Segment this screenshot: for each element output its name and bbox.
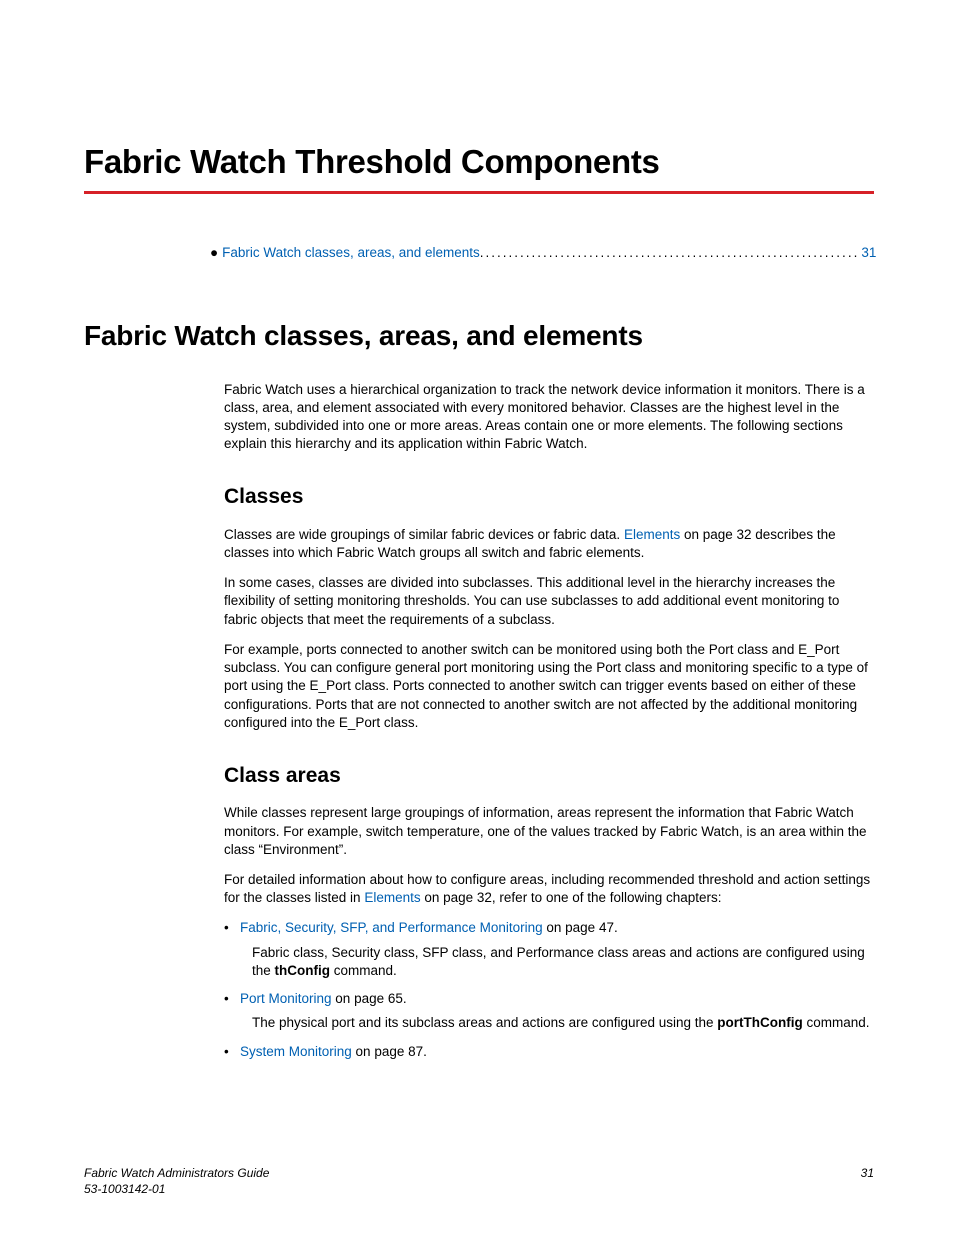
section-heading: Fabric Watch classes, areas, and element…	[84, 317, 874, 355]
footer-page-number: 31	[861, 1165, 874, 1197]
toc-link[interactable]: Fabric Watch classes, areas, and element…	[222, 244, 480, 262]
intro-paragraph: Fabric Watch uses a hierarchical organiz…	[224, 381, 874, 454]
text: Classes are wide groupings of similar fa…	[224, 527, 624, 542]
class-areas-para-2: For detailed information about how to co…	[224, 871, 874, 907]
chapter-title: Fabric Watch Threshold Components	[84, 140, 874, 185]
footer-doc-title: Fabric Watch Administrators Guide	[84, 1165, 269, 1181]
command-thconfig: thConfig	[275, 963, 330, 978]
page-footer: Fabric Watch Administrators Guide 53-100…	[84, 1165, 874, 1197]
class-areas-para-1: While classes represent large groupings …	[224, 804, 874, 859]
text: on page 87.	[352, 1044, 427, 1059]
link-elements-2[interactable]: Elements	[364, 890, 420, 905]
list-item-body: Fabric class, Security class, SFP class,…	[252, 944, 874, 980]
link-port-monitoring[interactable]: Port Monitoring	[240, 991, 332, 1006]
footer-left: Fabric Watch Administrators Guide 53-100…	[84, 1165, 269, 1197]
mini-toc-entry: ● Fabric Watch classes, areas, and eleme…	[210, 244, 874, 262]
list-item: System Monitoring on page 87.	[224, 1043, 874, 1061]
text: command.	[330, 963, 397, 978]
text: on page 32, refer to one of the followin…	[421, 890, 722, 905]
subsection-heading-classes: Classes	[224, 483, 874, 511]
link-fabric-security-sfp[interactable]: Fabric, Security, SFP, and Performance M…	[240, 920, 543, 935]
link-system-monitoring[interactable]: System Monitoring	[240, 1044, 352, 1059]
toc-page-number[interactable]: 31	[861, 244, 876, 262]
document-page: Fabric Watch Threshold Components ● Fabr…	[0, 0, 954, 1235]
text: command.	[803, 1015, 870, 1030]
subsection-heading-class-areas: Class areas	[224, 762, 874, 790]
classes-para-1: Classes are wide groupings of similar fa…	[224, 526, 874, 562]
classes-para-2: In some cases, classes are divided into …	[224, 574, 874, 629]
chapter-rule	[84, 191, 874, 194]
bullet-icon: ●	[210, 244, 218, 262]
text: The physical port and its subclass areas…	[252, 1015, 717, 1030]
list-item: Port Monitoring on page 65. The physical…	[224, 990, 874, 1032]
list-item-body: The physical port and its subclass areas…	[252, 1014, 874, 1032]
text: on page 47.	[543, 920, 618, 935]
link-elements[interactable]: Elements	[624, 527, 680, 542]
list-item: Fabric, Security, SFP, and Performance M…	[224, 919, 874, 980]
toc-leader-dots: ........................................…	[480, 244, 860, 262]
chapter-list: Fabric, Security, SFP, and Performance M…	[224, 919, 874, 1060]
footer-doc-number: 53-1003142-01	[84, 1181, 269, 1197]
text: on page 65.	[332, 991, 407, 1006]
classes-para-3: For example, ports connected to another …	[224, 641, 874, 732]
section-body: Fabric Watch uses a hierarchical organiz…	[224, 381, 874, 1061]
command-portthconfig: portThConfig	[717, 1015, 802, 1030]
